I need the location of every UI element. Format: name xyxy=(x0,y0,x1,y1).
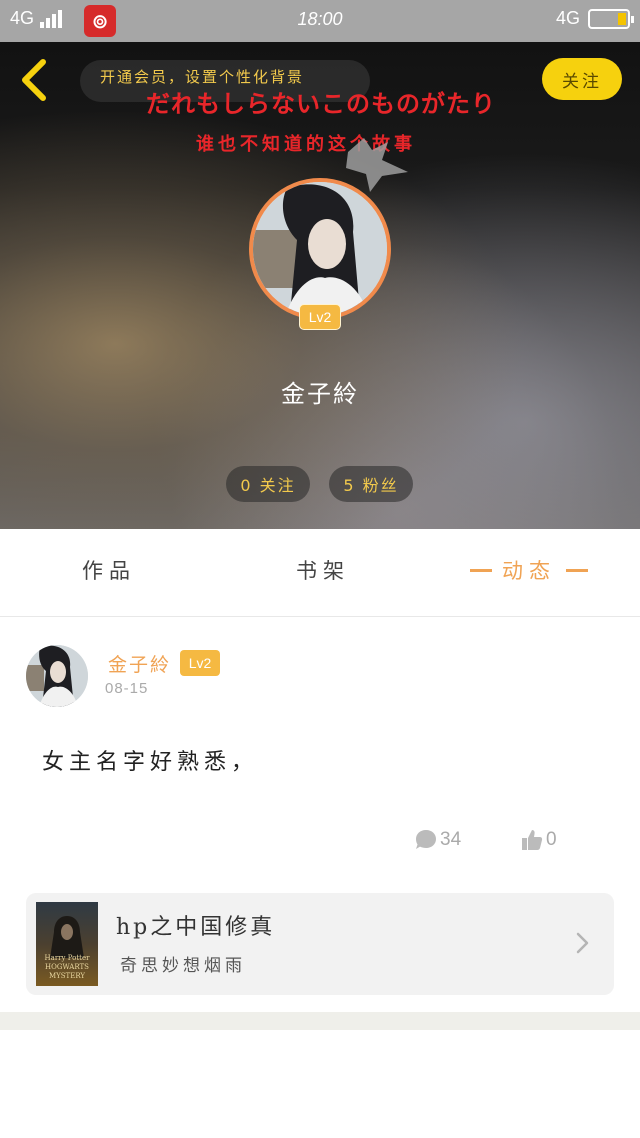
profile-tabs: 作品 书架 动态 xyxy=(0,529,640,617)
post-date: 08-15 xyxy=(105,680,149,697)
level-badge: Lv2 xyxy=(299,304,341,330)
avatar-image xyxy=(253,182,387,316)
like-count: 0 xyxy=(546,829,557,850)
fans-count-button[interactable]: 5 粉丝 xyxy=(329,466,413,502)
book-cover: Harry Potter HOGWARTS MYSTERY xyxy=(36,902,98,986)
book-author: 奇思妙想烟雨 xyxy=(120,956,246,976)
tab-indicator-left xyxy=(470,568,492,572)
chevron-left-icon xyxy=(22,59,46,101)
like-button[interactable]: 0 xyxy=(520,828,557,852)
comment-button[interactable]: 34 xyxy=(414,828,461,852)
section-divider xyxy=(0,1012,640,1030)
status-time: 18:00 xyxy=(297,9,343,29)
profile-username: 金子紷 xyxy=(281,380,359,408)
status-bar: 4G ⊚ 18:00 4G xyxy=(0,0,640,42)
book-title: hp之中国修真 xyxy=(116,915,276,940)
tab-activity[interactable]: 动态 xyxy=(470,555,588,585)
tab-activity-label: 动态 xyxy=(502,559,556,583)
post-level-badge: Lv2 xyxy=(180,650,220,676)
chevron-right-icon xyxy=(576,932,589,954)
post-author-name[interactable]: 金子紷 xyxy=(108,650,171,677)
post-author-avatar[interactable] xyxy=(26,645,88,707)
tab-indicator-right xyxy=(566,568,588,572)
follow-button[interactable]: 关注 xyxy=(542,58,622,100)
battery-icon xyxy=(588,8,634,29)
profile-header: 开通会员，设置个性化背景 だれもしらないこのものがたり 谁也不知道的这个故事 关… xyxy=(0,42,640,529)
network-status-right: 4G xyxy=(555,8,634,29)
comment-count: 34 xyxy=(440,829,462,850)
tab-works[interactable]: 作品 xyxy=(82,555,136,585)
profile-avatar[interactable] xyxy=(249,178,391,320)
tab-bookshelf[interactable]: 书架 xyxy=(296,555,350,585)
cover-text: Harry Potter HOGWARTS MYSTERY xyxy=(44,954,90,980)
book-card[interactable]: Harry Potter HOGWARTS MYSTERY hp之中国修真 奇思… xyxy=(26,893,614,995)
following-count-button[interactable]: 0 关注 xyxy=(226,466,310,502)
back-button[interactable] xyxy=(14,58,54,102)
thumbs-up-icon xyxy=(522,830,543,850)
post-avatar-image xyxy=(26,645,88,707)
background-jp-title: だれもしらないこのものがたり xyxy=(146,90,496,118)
comment-icon xyxy=(416,830,436,849)
post-content: 女主名字好熟悉， xyxy=(42,750,259,775)
network-type-label-right: 4G xyxy=(555,8,580,28)
